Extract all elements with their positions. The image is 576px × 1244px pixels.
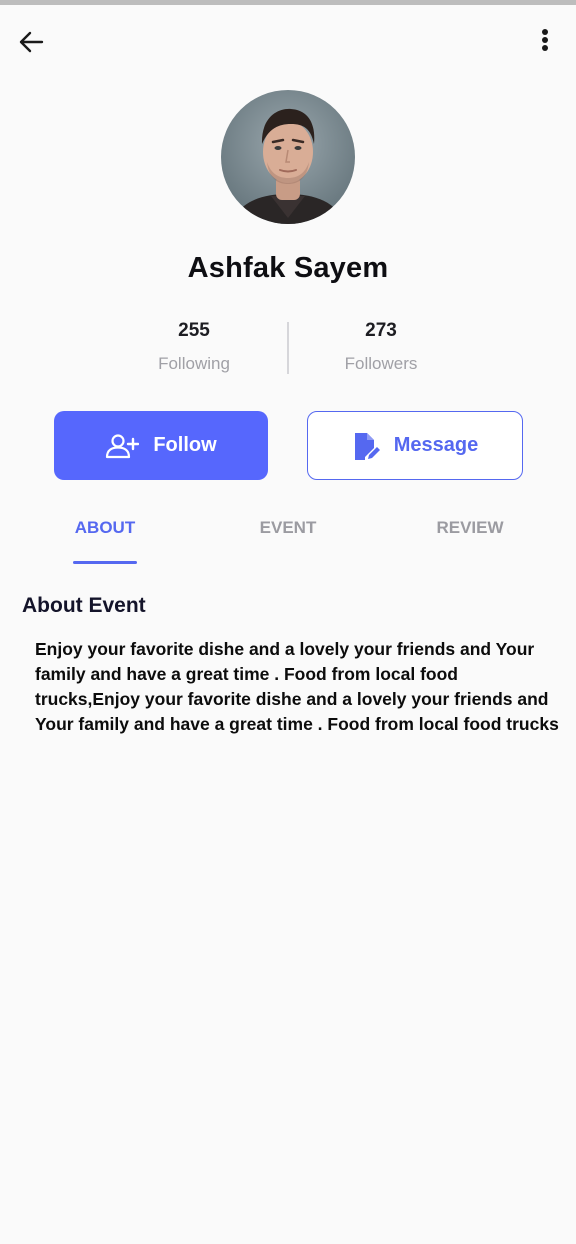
- message-button-label: Message: [393, 434, 479, 456]
- about-description: Enjoy your favorite dishe and a lovely y…: [35, 639, 559, 734]
- message-button[interactable]: Message: [307, 411, 523, 480]
- more-vertical-icon: [542, 29, 548, 51]
- active-tab-indicator: [73, 561, 137, 564]
- back-button[interactable]: [12, 23, 50, 61]
- app-bar: [0, 5, 576, 75]
- more-options-button[interactable]: [527, 21, 563, 59]
- arrow-left-icon: [19, 31, 44, 53]
- followers-count: 273: [365, 320, 397, 341]
- following-stat[interactable]: 255 Following: [104, 320, 284, 374]
- profile-avatar: [221, 90, 355, 224]
- following-label: Following: [158, 354, 230, 373]
- stats-divider: [287, 322, 289, 374]
- follow-button[interactable]: Follow: [54, 411, 268, 480]
- following-count: 255: [178, 320, 210, 341]
- followers-label: Followers: [344, 354, 418, 373]
- add-user-icon: [106, 433, 140, 458]
- tab-about[interactable]: ABOUT: [58, 518, 152, 538]
- tab-event[interactable]: EVENT: [240, 518, 336, 538]
- edit-document-icon: [354, 432, 380, 460]
- follow-button-label: Follow: [153, 434, 217, 456]
- profile-name: Ashfak Sayem: [187, 252, 389, 284]
- tab-review[interactable]: REVIEW: [420, 518, 520, 538]
- section-title: About Event: [22, 594, 146, 617]
- followers-stat[interactable]: 273 Followers: [291, 320, 471, 374]
